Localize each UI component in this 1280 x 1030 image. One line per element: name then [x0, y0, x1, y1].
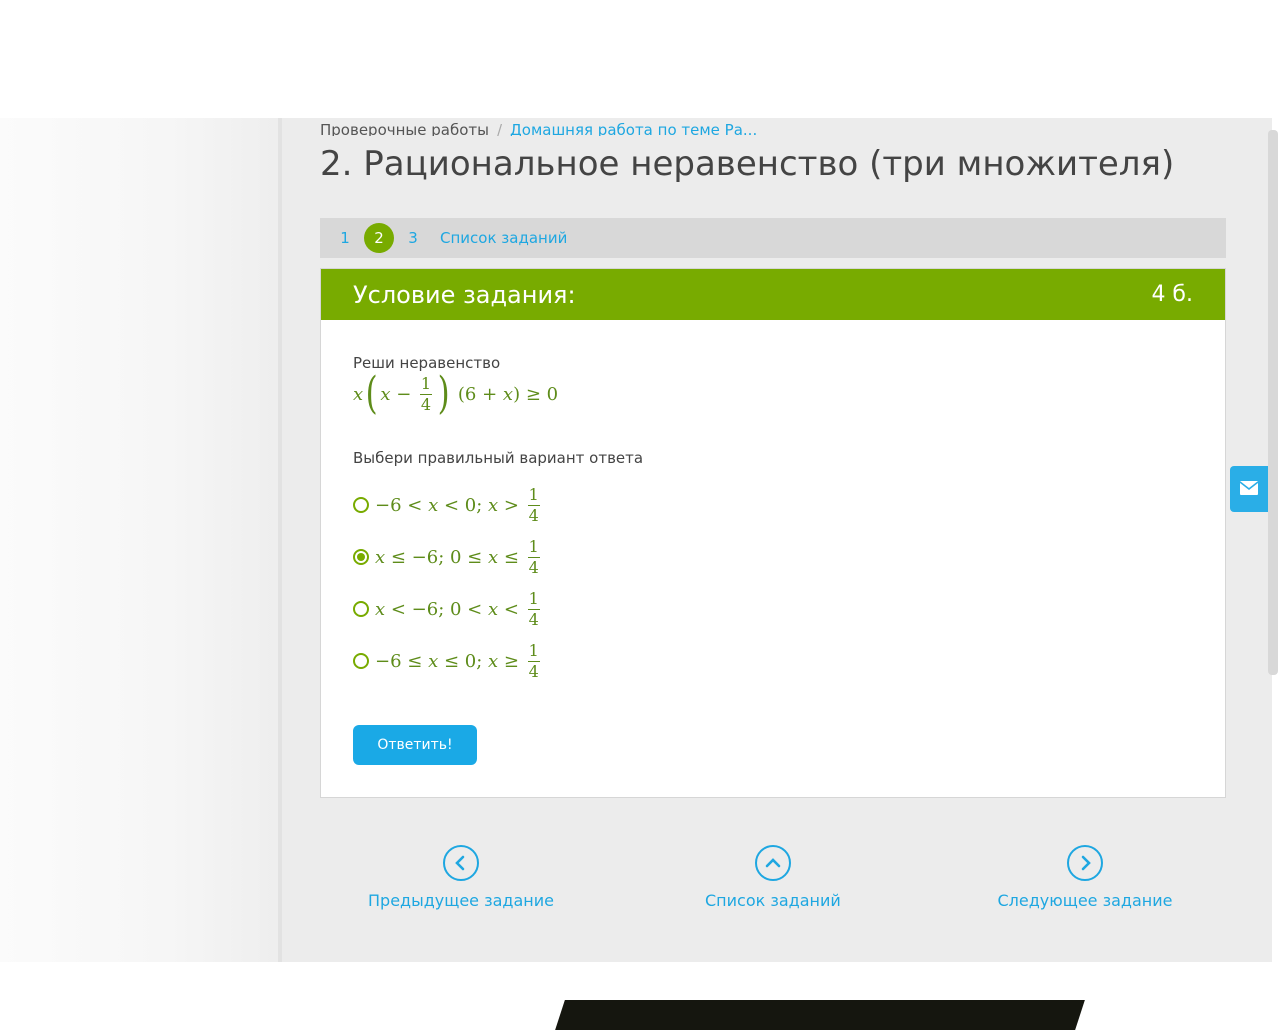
answer-options: −6 < x < 0; x > 14 x ≤ −6; 0 ≤ x ≤ 14 x …: [353, 479, 543, 687]
option-formula: x ≤ −6; 0 ≤ x ≤ 14: [375, 536, 540, 577]
task-instruction: Выбери правильный вариант ответа: [353, 449, 644, 467]
breadcrumb-current[interactable]: Домашняя работа по теме Ра...: [510, 121, 757, 136]
next-task-label: Следующее задание: [997, 891, 1173, 910]
option-formula: x < −6; 0 < x < 14: [375, 588, 540, 629]
task-tabs: 1 2 3 Список заданий: [320, 218, 1226, 258]
radio-button[interactable]: [353, 497, 369, 513]
feedback-mail-button[interactable]: [1230, 466, 1268, 512]
breadcrumb-separator: /: [496, 121, 503, 136]
page-title: 2. Рациональное неравенство (три множите…: [320, 144, 1175, 184]
task-header-title: Условие задания:: [353, 280, 576, 309]
prev-task-label: Предыдущее задание: [368, 891, 554, 910]
top-margin: [0, 0, 1280, 118]
breadcrumb-root[interactable]: Проверочные работы: [320, 121, 489, 136]
radio-button[interactable]: [353, 653, 369, 669]
tab-2[interactable]: 2: [364, 223, 394, 253]
task-list-link[interactable]: Список заданий: [705, 845, 841, 910]
answer-option-2[interactable]: x ≤ −6; 0 ≤ x ≤ 14: [353, 531, 543, 583]
radio-button[interactable]: [353, 601, 369, 617]
next-task-link[interactable]: Следующее задание: [997, 845, 1173, 910]
tab-1[interactable]: 1: [330, 223, 360, 253]
background-shadow: [0, 110, 278, 990]
submit-answer-button[interactable]: Ответить!: [353, 725, 477, 765]
chevron-left-icon: [442, 845, 479, 881]
answer-option-4[interactable]: −6 ≤ x ≤ 0; x ≥ 14: [353, 635, 543, 687]
tab-task-list[interactable]: Список заданий: [440, 229, 567, 247]
task-points: 4 б.: [1151, 282, 1193, 307]
scrollbar[interactable]: [1268, 130, 1278, 675]
task-list-label: Список заданий: [705, 891, 841, 910]
breadcrumb: Проверочные работы / Домашняя работа по те…: [320, 118, 757, 136]
prev-task-link[interactable]: Предыдущее задание: [368, 845, 554, 910]
envelope-icon: [1239, 480, 1259, 499]
task-card: Условие задания: 4 б. Реши неравенство x…: [320, 268, 1226, 798]
answer-option-1[interactable]: −6 < x < 0; x > 14: [353, 479, 543, 531]
inequality-expression: x ( x − 14 ) (6 + x) ≥ 0: [353, 368, 559, 419]
task-header: Условие задания: 4 б.: [321, 269, 1225, 320]
answer-option-3[interactable]: x < −6; 0 < x < 14: [353, 583, 543, 635]
option-formula: −6 ≤ x ≤ 0; x ≥ 14: [375, 640, 540, 681]
chevron-right-icon: [1066, 845, 1103, 881]
tab-3[interactable]: 3: [398, 223, 428, 253]
option-formula: −6 < x < 0; x > 14: [375, 484, 540, 525]
radio-button-selected[interactable]: [353, 549, 369, 565]
dark-edge: [555, 1000, 1085, 1030]
chevron-up-icon: [754, 845, 791, 881]
